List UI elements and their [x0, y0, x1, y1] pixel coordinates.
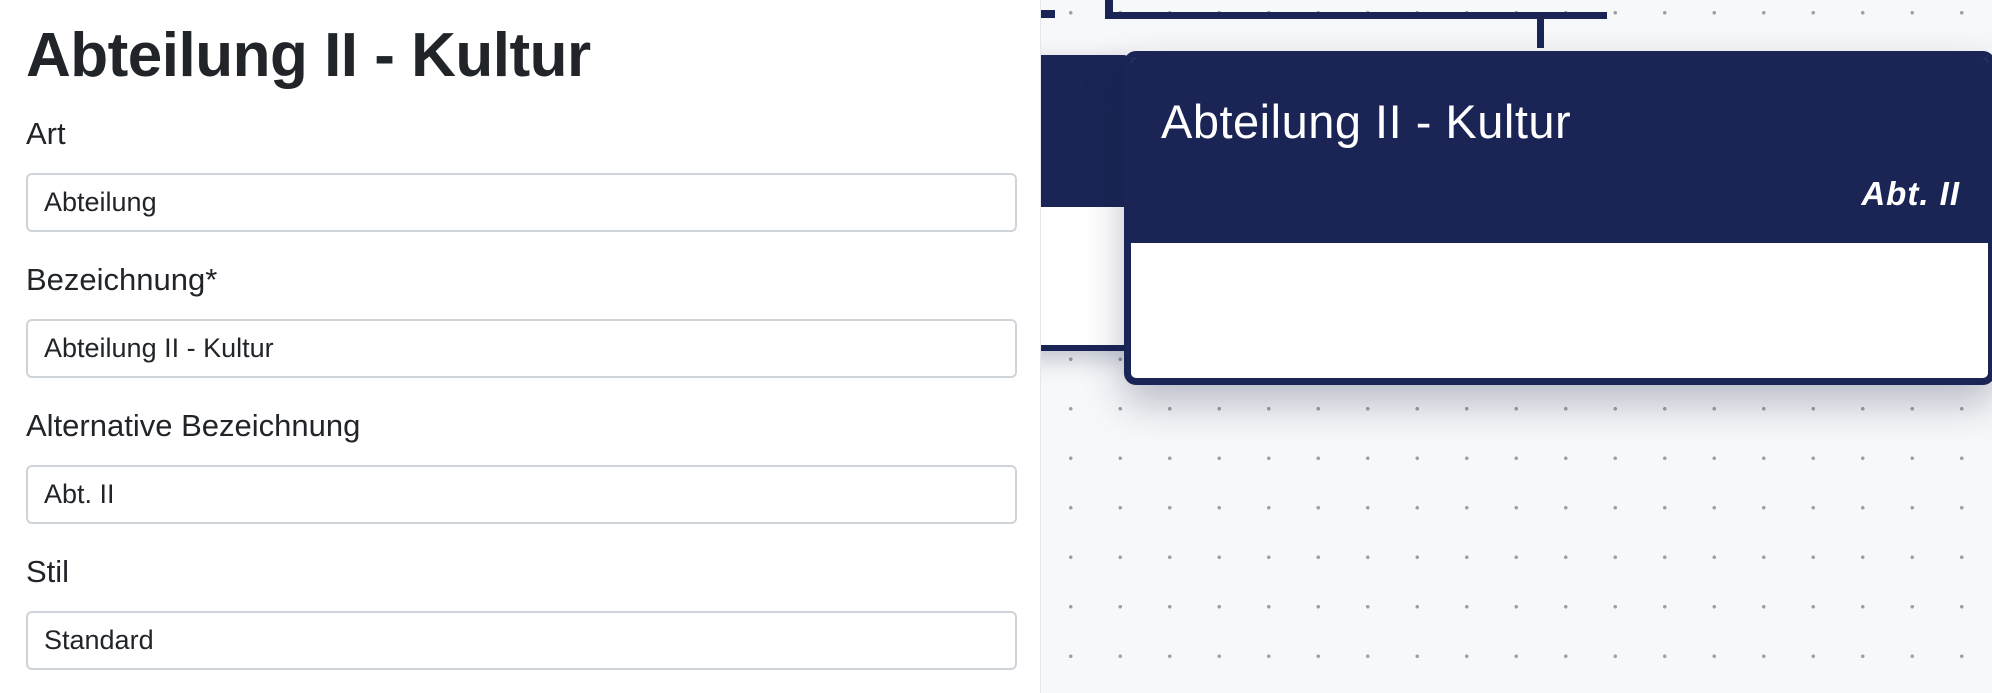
- org-chart-canvas[interactable]: Abteilung II - Kultur Abt. II: [1041, 0, 1992, 693]
- connector-line: [1041, 10, 1055, 18]
- org-node-neighbor[interactable]: [1041, 55, 1133, 351]
- alternative-bezeichnung-field[interactable]: [26, 465, 1017, 524]
- connector-line: [1537, 12, 1544, 48]
- bezeichnung-field[interactable]: [26, 319, 1017, 378]
- org-node-title: Abteilung II - Kultur: [1161, 95, 1572, 148]
- org-node-selected[interactable]: Abteilung II - Kultur Abt. II: [1124, 51, 1992, 385]
- stil-field[interactable]: [26, 611, 1017, 670]
- art-label: Art: [26, 116, 66, 151]
- art-field[interactable]: [26, 173, 1017, 232]
- page-title: Abteilung II - Kultur: [26, 21, 591, 90]
- edit-panel: Abteilung II - Kultur Art Bezeichnung* A…: [0, 0, 1041, 693]
- connector-line: [1105, 12, 1607, 19]
- org-node-alt-label: Abt. II: [1861, 175, 1960, 212]
- org-node-header: Abteilung II - Kultur Abt. II: [1131, 58, 1988, 243]
- stil-label: Stil: [26, 554, 70, 589]
- bezeichnung-label: Bezeichnung*: [26, 262, 218, 297]
- org-node-header: [1041, 61, 1127, 207]
- alternative-bezeichnung-label: Alternative Bezeichnung: [26, 408, 361, 443]
